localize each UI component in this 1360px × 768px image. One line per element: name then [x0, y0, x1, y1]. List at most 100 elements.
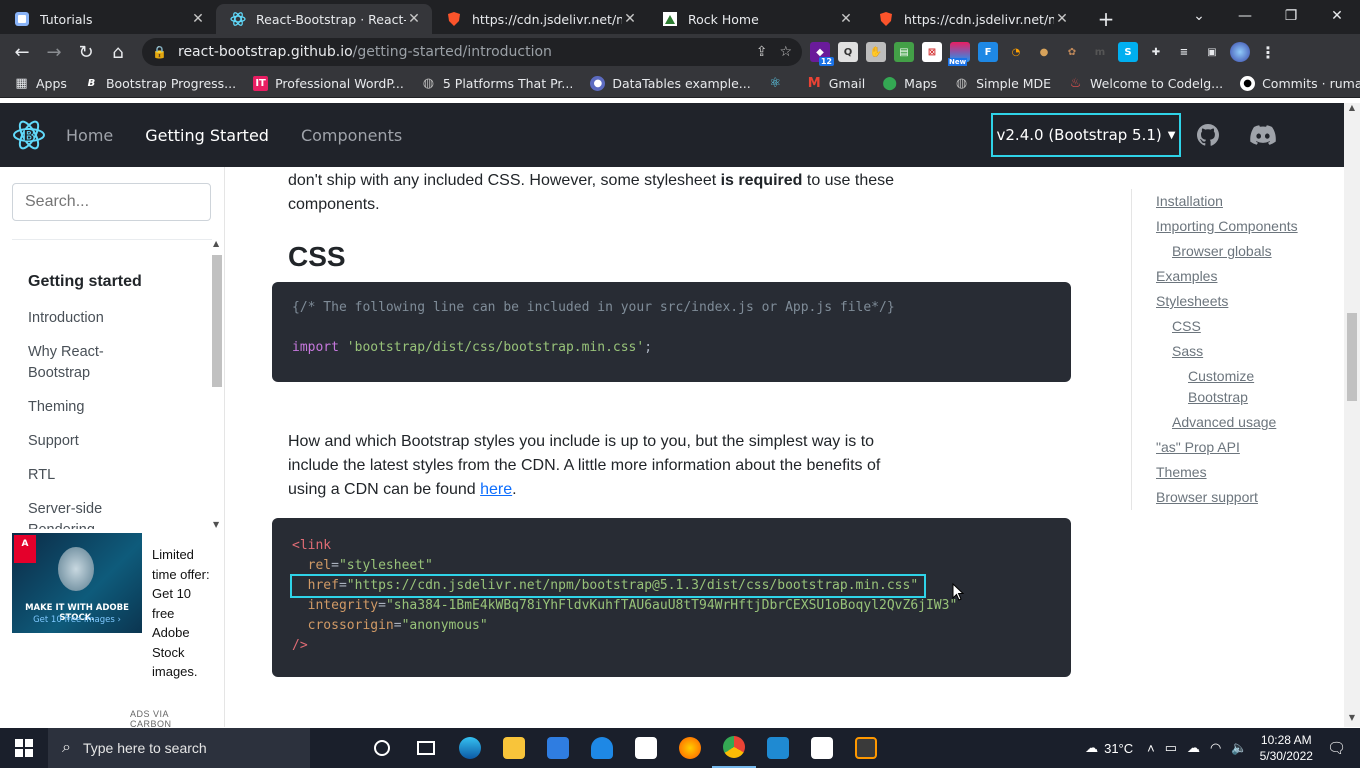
sidepanel-icon[interactable]: ▣	[1202, 42, 1222, 62]
sublime-icon[interactable]	[844, 728, 888, 768]
sidebar-item-introduction[interactable]: Introduction	[28, 308, 138, 329]
weather-cloud-icon[interactable]: ☁	[1085, 740, 1098, 756]
bookmark-datatables[interactable]: ● DataTables example...	[590, 76, 751, 91]
back-icon[interactable]: ←	[6, 36, 38, 68]
page-scrollbar[interactable]: ▲ ▼	[1344, 103, 1360, 727]
notifications-icon[interactable]: 🗨	[1327, 739, 1346, 757]
discord-icon[interactable]	[1250, 125, 1276, 145]
cookie-extension-icon[interactable]: ●	[1034, 42, 1054, 62]
tab-react-bootstrap[interactable]: React-Bootstrap · React-Boot ✕	[216, 4, 432, 34]
onedrive-tray-icon[interactable]: ☁	[1187, 740, 1200, 756]
toc-customize-bootstrap[interactable]: Customize Bootstrap	[1156, 366, 1256, 408]
cookie2-extension-icon[interactable]: ✿	[1062, 42, 1082, 62]
toc-importing-components[interactable]: Importing Components	[1156, 214, 1331, 239]
clock[interactable]: 10:28 AM 5/30/2022	[1260, 732, 1313, 764]
version-dropdown[interactable]: v2.4.0 (Bootstrap 5.1) ▼	[991, 113, 1181, 157]
bookmark-maps[interactable]: ⬤ Maps	[882, 76, 937, 91]
sidebar-item-support[interactable]: Support	[28, 431, 138, 452]
snip-tool-icon[interactable]	[624, 728, 668, 768]
toc-browser-support[interactable]: Browser support	[1156, 485, 1331, 510]
bookmark-codelgniter[interactable]: ♨ Welcome to Codelg...	[1068, 76, 1223, 91]
bookmark-5-platforms[interactable]: ◍ 5 Platforms That Pr...	[421, 76, 574, 91]
playlist-icon[interactable]: ≡	[1174, 42, 1194, 62]
bookmark-wordpress[interactable]: IT Professional WordP...	[253, 76, 404, 91]
toc-sass[interactable]: Sass	[1156, 339, 1331, 364]
mail-icon[interactable]	[536, 728, 580, 768]
share-icon[interactable]: ⇪	[756, 44, 768, 60]
tab-cdn-2[interactable]: https://cdn.jsdelivr.net/npm/ ✕	[864, 4, 1080, 34]
cortana-icon[interactable]	[360, 728, 404, 768]
notion-icon[interactable]	[800, 728, 844, 768]
react-bootstrap-logo[interactable]: B	[12, 118, 46, 152]
task-view-icon[interactable]	[404, 728, 448, 768]
vscode-icon[interactable]	[756, 728, 800, 768]
github-icon[interactable]	[1196, 123, 1220, 147]
ad-image[interactable]: A MAKE IT WITH ADOBE STOCK. Get 10 free …	[12, 533, 142, 633]
restore-icon[interactable]: ❐	[1268, 0, 1314, 32]
nav-home[interactable]: Home	[66, 126, 113, 145]
nav-getting-started[interactable]: Getting Started	[145, 126, 269, 145]
file-explorer-icon[interactable]	[492, 728, 536, 768]
chrome-icon[interactable]	[712, 728, 756, 768]
dim-extension-icon[interactable]: m	[1090, 42, 1110, 62]
sidebar-scrollbar[interactable]: ▲ ▼	[211, 239, 223, 529]
hand-extension-icon[interactable]: ✋	[866, 42, 886, 62]
wifi-icon[interactable]: ◠	[1210, 740, 1221, 756]
home-icon[interactable]: ⌂	[102, 36, 134, 68]
scroll-up-icon[interactable]: ▲	[1344, 103, 1360, 117]
toc-as-prop-api[interactable]: "as" Prop API	[1156, 435, 1331, 460]
tab-cdn-1[interactable]: https://cdn.jsdelivr.net/npm/ ✕	[432, 4, 648, 34]
close-icon[interactable]: ✕	[406, 11, 422, 27]
sidebar-item-server-side-rendering[interactable]: Server-side Rendering	[28, 499, 138, 529]
ad-text[interactable]: Limited time offer: Get 10 free Adobe St…	[152, 545, 212, 682]
menu-kebab-icon[interactable]: ⋮	[1258, 42, 1278, 62]
toc-css[interactable]: CSS	[1156, 314, 1331, 339]
close-icon[interactable]: ✕	[622, 11, 638, 27]
puzzle-icon[interactable]: ✚	[1146, 42, 1166, 62]
nav-components[interactable]: Components	[301, 126, 402, 145]
bookmark-commits[interactable]: ●Commits · rumanpa...	[1240, 76, 1360, 91]
ad-footer[interactable]: ADS VIA CARBON	[130, 709, 212, 729]
windows-start-icon[interactable]	[0, 728, 48, 768]
search-extension-icon[interactable]: Q	[838, 42, 858, 62]
toc-stylesheets[interactable]: Stylesheets	[1156, 289, 1331, 314]
block-extension-icon[interactable]: ⊠	[922, 42, 942, 62]
sidebar-heading[interactable]: Getting started	[28, 273, 142, 291]
tab-rock-home[interactable]: Rock Home ✕	[648, 4, 864, 34]
bookmark-react[interactable]: ⚛	[768, 76, 790, 91]
extension-badge-icon[interactable]: ◆ 12	[810, 42, 834, 66]
close-icon[interactable]: ✕	[190, 11, 206, 27]
network-icon[interactable]: ▭	[1165, 740, 1177, 756]
print-extension-icon[interactable]: ▤	[894, 42, 914, 62]
new-tab-button[interactable]: +	[1092, 4, 1120, 34]
close-icon[interactable]: ✕	[1054, 11, 1070, 27]
close-window-icon[interactable]: ✕	[1314, 0, 1360, 32]
taskbar-search[interactable]: ⌕ Type here to search	[48, 728, 310, 768]
toc-advanced-usage[interactable]: Advanced usage	[1156, 410, 1331, 435]
tab-search-icon[interactable]: ⌄	[1176, 0, 1222, 32]
toc-installation[interactable]: Installation	[1156, 189, 1331, 214]
scroll-down-icon[interactable]: ▼	[1344, 713, 1360, 727]
bookmark-simple-mde[interactable]: ◍ Simple MDE	[954, 76, 1051, 91]
reload-icon[interactable]: ↻	[70, 36, 102, 68]
star-icon[interactable]: ☆	[779, 44, 792, 60]
timer-extension-icon[interactable]: ◔	[1006, 42, 1026, 62]
close-icon[interactable]: ✕	[838, 11, 854, 27]
sidebar-item-theming[interactable]: Theming	[28, 397, 138, 418]
search-input[interactable]	[12, 183, 211, 221]
color-extension-icon[interactable]: New	[948, 42, 970, 66]
volume-icon[interactable]: 🔈	[1231, 740, 1247, 756]
sidebar-nav[interactable]: Getting started Introduction Why React-B…	[12, 239, 212, 529]
bookmark-gmail[interactable]: M Gmail	[807, 76, 865, 91]
skype-extension-icon[interactable]: S	[1118, 42, 1138, 62]
edge-icon[interactable]	[448, 728, 492, 768]
bookmark-bootstrap-progress[interactable]: B Bootstrap Progress...	[84, 76, 236, 91]
minimize-icon[interactable]: —	[1222, 0, 1268, 32]
onedrive-icon[interactable]	[580, 728, 624, 768]
address-bar[interactable]: 🔒 react-bootstrap.github.io /getting-sta…	[142, 38, 802, 66]
carbon-ad[interactable]: A MAKE IT WITH ADOBE STOCK. Get 10 free …	[12, 533, 212, 729]
profile-avatar[interactable]	[1230, 42, 1250, 62]
bookmark-apps[interactable]: ▦ Apps	[14, 76, 67, 91]
toc-themes[interactable]: Themes	[1156, 460, 1331, 485]
sidebar-item-rtl[interactable]: RTL	[28, 465, 138, 486]
